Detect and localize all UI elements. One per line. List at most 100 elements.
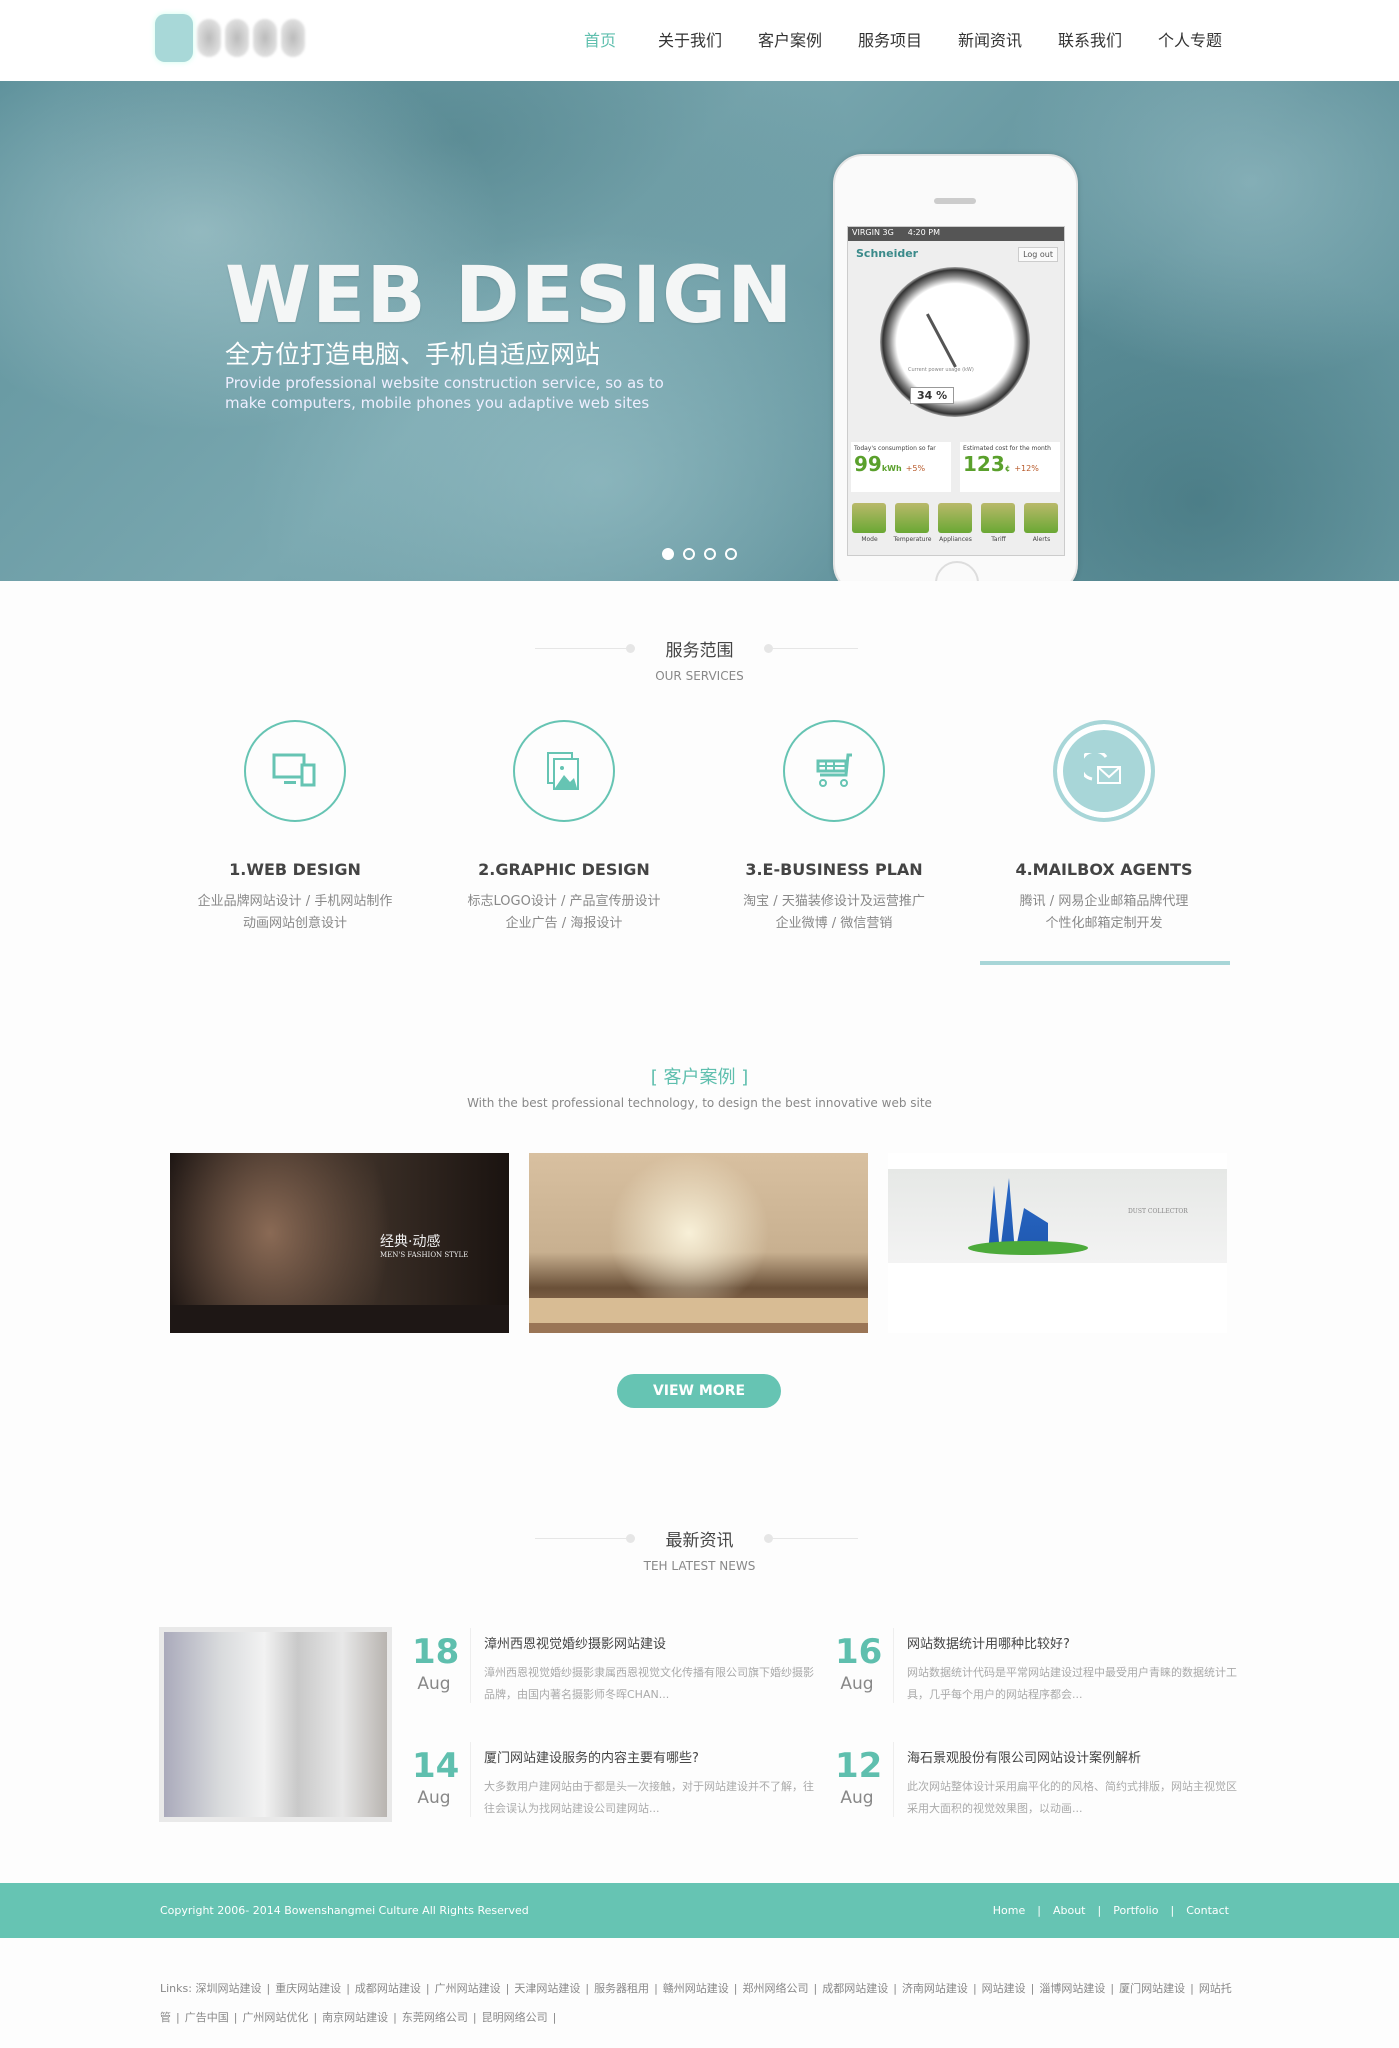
appliances-icon: [938, 503, 972, 533]
carrier: VIRGIN 3G: [852, 228, 894, 237]
news-day: 16: [835, 1632, 883, 1672]
case-thumbnail[interactable]: [529, 1153, 868, 1333]
gauge-icon: Current power usage (kW): [880, 267, 1030, 417]
phone-mockup: VIRGIN 3G 4:20 PM Schneider Log out Curre…: [833, 154, 1078, 581]
slider-dot[interactable]: [725, 548, 737, 560]
service-title: 1.WEB DESIGN: [229, 860, 361, 879]
nav-home[interactable]: 首页: [560, 27, 640, 51]
news-divider: [893, 1742, 894, 1817]
friend-link[interactable]: 赣州网站建设: [663, 1982, 729, 1995]
site-header: 首页 关于我们 客户案例 服务项目 新闻资讯 联系我们 个人专题: [0, 0, 1399, 81]
friend-link[interactable]: 淄博网站建设: [1039, 1982, 1105, 1995]
service-ebusiness[interactable]: 3.E-BUSINESS PLAN 淘宝 / 天猫装修设计及运营推广 企业微博 /…: [704, 720, 964, 935]
main-nav: 首页 关于我们 客户案例 服务项目 新闻资讯 联系我们 个人专题: [560, 27, 1240, 51]
news-title: 最新资讯: [665, 1531, 734, 1551]
temperature-icon: [895, 503, 929, 533]
time: 4:20 PM: [907, 228, 940, 237]
news-title[interactable]: 厦门网站建设服务的内容主要有哪些?: [484, 1747, 699, 1766]
stat-label: Estimated cost for the month: [963, 445, 1051, 452]
services-title: 服务范围: [665, 641, 734, 661]
mode-icon: [852, 503, 886, 533]
footer-bar: Copyright 2006- 2014 Bowenshangmei Cultu…: [0, 1883, 1399, 1938]
separator: |: [472, 2011, 477, 2024]
cases-title: [ 客户案例 ]: [650, 1067, 749, 1088]
service-graphic-design[interactable]: 2.GRAPHIC DESIGN 标志LOGO设计 / 产品宣传册设计 企业广告 …: [434, 720, 694, 935]
news-excerpt: 网站数据统计代码是平常网站建设过程中最受用户青睐的数据统计工具，几乎每个用户的网…: [907, 1666, 1237, 1701]
phone-home-button: [935, 561, 979, 581]
slider-dot[interactable]: [704, 548, 716, 560]
phone-status-bar: VIRGIN 3G 4:20 PM: [848, 227, 1064, 241]
service-web-design[interactable]: 1.WEB DESIGN 企业品牌网站设计 / 手机网站制作 动画网站创意设计: [165, 720, 425, 935]
news-title[interactable]: 漳州西恩视觉婚纱摄影网站建设: [484, 1633, 666, 1652]
phone-brand: Schneider: [856, 247, 919, 260]
separator: |: [733, 1982, 738, 1995]
footer-link-about[interactable]: About: [1053, 1904, 1086, 1917]
friend-link[interactable]: 昆明网络公司: [482, 2011, 548, 2024]
separator: |: [393, 2011, 397, 2024]
slider-dots: [662, 548, 737, 560]
separator: |: [1097, 1904, 1102, 1917]
news-item[interactable]: 12 Aug 海石景观股份有限公司网站设计案例解析 此次网站整体设计采用扁平化的…: [835, 1742, 1237, 1817]
news-title[interactable]: 海石景观股份有限公司网站设计案例解析: [907, 1747, 1141, 1766]
friend-link[interactable]: 天津网站建设: [514, 1982, 580, 1995]
case-caption: DUST COLLECTOR: [1128, 1208, 1188, 1215]
logo-glyph: [253, 19, 277, 57]
friend-link[interactable]: 成都网站建设: [355, 1982, 421, 1995]
friend-link[interactable]: 广州网站优化: [242, 2011, 308, 2024]
friend-link[interactable]: 广告中国: [185, 2011, 229, 2024]
friend-link[interactable]: 成都网站建设: [822, 1982, 888, 1995]
slider-dot[interactable]: [662, 548, 674, 560]
news-month: Aug: [417, 1788, 451, 1808]
nav-about[interactable]: 关于我们: [640, 27, 740, 51]
footer-link-portfolio[interactable]: Portfolio: [1113, 1904, 1158, 1917]
view-more-button[interactable]: VIEW MORE: [617, 1374, 781, 1408]
news-divider: [893, 1628, 894, 1703]
nav-topics[interactable]: 个人专题: [1140, 27, 1240, 51]
news-item[interactable]: 18 Aug 漳州西恩视觉婚纱摄影网站建设 漳州西恩视觉婚纱摄影隶属西恩视觉文化…: [412, 1628, 814, 1703]
image-icon: [513, 720, 615, 822]
footer-nav: Home | About | Portfolio | Contact: [993, 1904, 1229, 1917]
nav-cases[interactable]: 客户案例: [740, 27, 840, 51]
phone-logout: Log out: [1018, 247, 1058, 262]
tariff-icon: [981, 503, 1015, 533]
news-excerpt: 漳州西恩视觉婚纱摄影隶属西恩视觉文化传播有限公司旗下婚纱摄影品牌，由国内著名摄影…: [484, 1666, 814, 1701]
footer-link-contact[interactable]: Contact: [1186, 1904, 1229, 1917]
friend-link[interactable]: 重庆网站建设: [275, 1982, 341, 1995]
case-thumbnail[interactable]: DUST COLLECTOR: [888, 1153, 1227, 1333]
friend-link[interactable]: 广州网站建设: [435, 1982, 501, 1995]
news-item[interactable]: 16 Aug 网站数据统计用哪种比较好? 网站数据统计代码是平常网站建设过程中最…: [835, 1628, 1237, 1703]
links-label: Links:: [160, 1982, 192, 1995]
friend-link[interactable]: 济南网站建设: [902, 1982, 968, 1995]
footer-link-home[interactable]: Home: [993, 1904, 1025, 1917]
separator: |: [233, 2011, 238, 2024]
friend-link[interactable]: 东莞网络公司: [402, 2011, 468, 2024]
news-item[interactable]: 14 Aug 厦门网站建设服务的内容主要有哪些? 大多数用户建网站由于都是头一次…: [412, 1742, 814, 1817]
alerts-icon: [1024, 503, 1058, 533]
button-label: Appliances: [939, 536, 972, 543]
news-day: 18: [412, 1632, 460, 1672]
hero-description: Provide professional website constructio…: [225, 374, 664, 412]
friend-link[interactable]: 网站建设: [982, 1982, 1026, 1995]
separator: |: [266, 1982, 271, 1995]
friend-links: Links: 深圳网站建设 | 重庆网站建设 | 成都网站建设 | 广州网站建设 | 天津网站建…: [160, 1974, 1250, 2032]
friend-link[interactable]: 厦门网站建设: [1119, 1982, 1185, 1995]
logo[interactable]: [155, 13, 325, 63]
nav-services[interactable]: 服务项目: [840, 27, 940, 51]
case-thumbnail[interactable]: 经典·动感 MEN'S FASHION STYLE: [170, 1153, 509, 1333]
case-strip: [529, 1298, 868, 1333]
slider-dot[interactable]: [683, 548, 695, 560]
stat-change: +5%: [905, 464, 926, 473]
separator: |: [505, 1982, 510, 1995]
service-title: 2.GRAPHIC DESIGN: [478, 860, 650, 879]
nav-contact[interactable]: 联系我们: [1040, 27, 1140, 51]
friend-link[interactable]: 深圳网站建设: [195, 1982, 261, 1995]
gauge-needle: [926, 313, 957, 368]
friend-link[interactable]: 郑州网络公司: [743, 1982, 809, 1995]
nav-news[interactable]: 新闻资讯: [940, 27, 1040, 51]
news-title[interactable]: 网站数据统计用哪种比较好?: [907, 1633, 1070, 1652]
news-featured-image[interactable]: [159, 1627, 392, 1822]
hero-title: WEB DESIGN: [225, 251, 794, 341]
friend-link[interactable]: 服务器租用: [594, 1982, 649, 1995]
service-mailbox[interactable]: 4.MAILBOX AGENTS 腾讯 / 网易企业邮箱品牌代理 个性化邮箱定制开…: [974, 720, 1234, 935]
friend-link[interactable]: 南京网站建设: [322, 2011, 388, 2024]
